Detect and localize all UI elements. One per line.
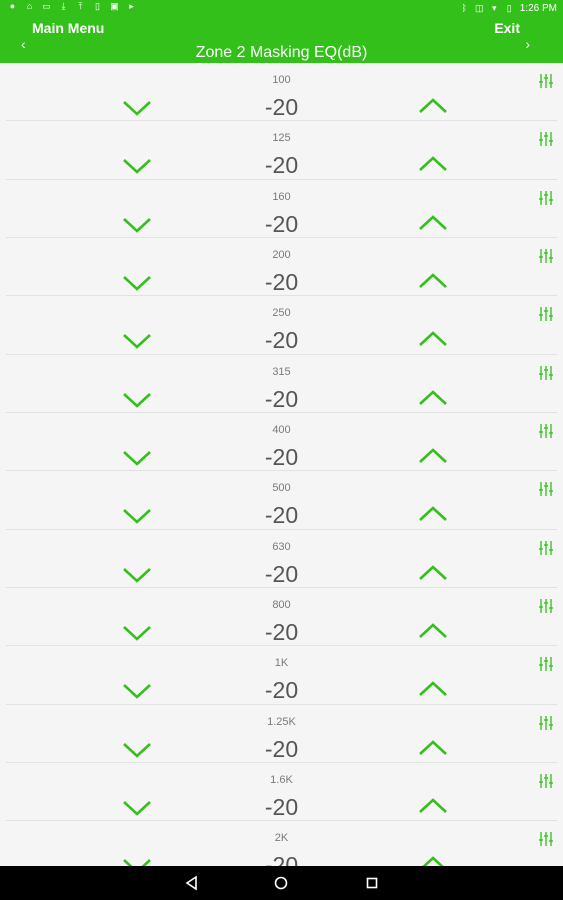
play-icon: ▸ [129, 1, 134, 11]
band-gain-value: -20 [264, 385, 299, 412]
band-frequency: 125 [272, 132, 291, 145]
band-gain-value: -20 [264, 619, 299, 646]
home-icon: ⌂ [26, 1, 33, 11]
eq-band-row: 1.6K -20 [6, 763, 557, 822]
eq-band-list[interactable]: 100 -20 125 -20 160 -20 200 -20 250 -20 … [0, 63, 563, 866]
notification-icons: ● ⌂ ▭ ⤓ ⤒ ▯ ▣ ▸ [8, 2, 136, 11]
equalizer-sliders-icon[interactable] [538, 598, 554, 614]
equalizer-sliders-icon[interactable] [538, 540, 554, 556]
band-frequency: 400 [272, 424, 291, 437]
band-gain-value: -20 [264, 502, 299, 529]
equalizer-sliders-icon[interactable] [538, 190, 554, 206]
increase-chevron-up-icon[interactable] [418, 504, 448, 524]
eq-band-row: 2K -20 [6, 821, 557, 866]
band-gain-value: -20 [264, 210, 299, 237]
equalizer-sliders-icon[interactable] [538, 715, 554, 731]
eq-band-row: 250 -20 [6, 296, 557, 355]
equalizer-sliders-icon[interactable] [538, 481, 554, 497]
bluetooth-icon: ᛒ [461, 3, 467, 13]
band-gain-value: -20 [264, 735, 299, 762]
eq-band-row: 100 -20 [6, 63, 557, 122]
band-gain-value: -20 [264, 327, 299, 354]
band-gain-value: -20 [264, 794, 299, 821]
increase-chevron-up-icon[interactable] [418, 738, 448, 758]
increase-chevron-up-icon[interactable] [418, 96, 448, 116]
band-gain-value: -20 [264, 852, 299, 866]
band-gain-value: -20 [264, 94, 299, 120]
download-icon: ⤓ [61, 1, 66, 11]
eq-band-row: 160 -20 [6, 180, 557, 239]
band-frequency: 630 [272, 540, 291, 553]
eq-band-row: 125 -20 [6, 121, 557, 180]
band-frequency: 500 [272, 482, 291, 495]
equalizer-sliders-icon[interactable] [538, 656, 554, 672]
clock: 1:26 PM [519, 3, 557, 14]
eq-band-row: 200 -20 [6, 238, 557, 297]
exit-button[interactable]: Exit [494, 20, 520, 36]
equalizer-sliders-icon[interactable] [538, 773, 554, 789]
band-gain-value: -20 [264, 152, 299, 179]
equalizer-sliders-icon[interactable] [538, 831, 554, 847]
image-icon: ▭ [42, 1, 51, 11]
main-menu-button[interactable]: Main Menu [32, 20, 104, 36]
increase-chevron-up-icon[interactable] [418, 388, 448, 408]
equalizer-sliders-icon[interactable] [538, 365, 554, 381]
increase-chevron-up-icon[interactable] [418, 154, 448, 174]
battery-icon: ▯ [506, 3, 512, 13]
equalizer-sliders-icon[interactable] [538, 131, 554, 147]
increase-chevron-up-icon[interactable] [418, 854, 448, 866]
eq-band-row: 500 -20 [6, 471, 557, 530]
band-frequency: 2K [274, 832, 289, 845]
band-frequency: 1.25K [267, 715, 296, 728]
photo-icon: ▣ [110, 1, 119, 11]
equalizer-sliders-icon[interactable] [538, 248, 554, 264]
band-frequency: 1K [274, 657, 289, 670]
vibrate-icon: ◫ [474, 3, 484, 13]
eq-band-row: 1.25K -20 [6, 705, 557, 764]
band-frequency: 315 [272, 365, 291, 378]
equalizer-sliders-icon[interactable] [538, 306, 554, 322]
back-icon[interactable] [184, 875, 200, 891]
band-frequency: 200 [272, 249, 291, 262]
band-frequency: 100 [272, 74, 291, 86]
increase-chevron-up-icon[interactable] [418, 271, 448, 291]
increase-chevron-up-icon[interactable] [418, 621, 448, 641]
increase-chevron-up-icon[interactable] [418, 679, 448, 699]
eq-band-row: 400 -20 [6, 413, 557, 472]
band-gain-value: -20 [264, 560, 299, 587]
equalizer-sliders-icon[interactable] [538, 73, 554, 89]
increase-chevron-up-icon[interactable] [418, 329, 448, 349]
wifi-icon: ▾ [491, 3, 497, 13]
increase-chevron-up-icon[interactable] [418, 446, 448, 466]
navigation-bar [0, 866, 563, 900]
phone-icon: ▯ [95, 1, 100, 11]
band-frequency: 160 [272, 190, 291, 203]
location-icon: ● [9, 1, 16, 11]
eq-band-row: 315 -20 [6, 355, 557, 414]
increase-chevron-up-icon[interactable] [418, 563, 448, 583]
band-frequency: 800 [272, 599, 291, 612]
band-gain-value: -20 [264, 269, 299, 296]
band-gain-value: -20 [264, 444, 299, 471]
upload-icon: ⤒ [78, 1, 83, 11]
page-title: Zone 2 Masking EQ(dB) [195, 44, 368, 61]
app-header: Main Menu Exit ‹ › Zone 2 Masking EQ(dB) [0, 17, 563, 63]
band-gain-value: -20 [264, 677, 299, 704]
home-icon[interactable] [273, 875, 289, 891]
eq-band-row: 1K -20 [6, 646, 557, 705]
eq-band-row: 800 -20 [6, 588, 557, 647]
increase-chevron-up-icon[interactable] [418, 213, 448, 233]
system-icons: ᛒ ◫ ▾ ▯ 1:26 PM [460, 3, 557, 14]
eq-band-row: 630 -20 [6, 530, 557, 589]
recents-icon[interactable] [364, 875, 380, 891]
status-bar: ● ⌂ ▭ ⤓ ⤒ ▯ ▣ ▸ ᛒ ◫ ▾ ▯ 1:26 PM [0, 0, 563, 17]
increase-chevron-up-icon[interactable] [418, 796, 448, 816]
band-frequency: 250 [272, 307, 291, 320]
band-frequency: 1.6K [270, 774, 293, 787]
equalizer-sliders-icon[interactable] [538, 423, 554, 439]
